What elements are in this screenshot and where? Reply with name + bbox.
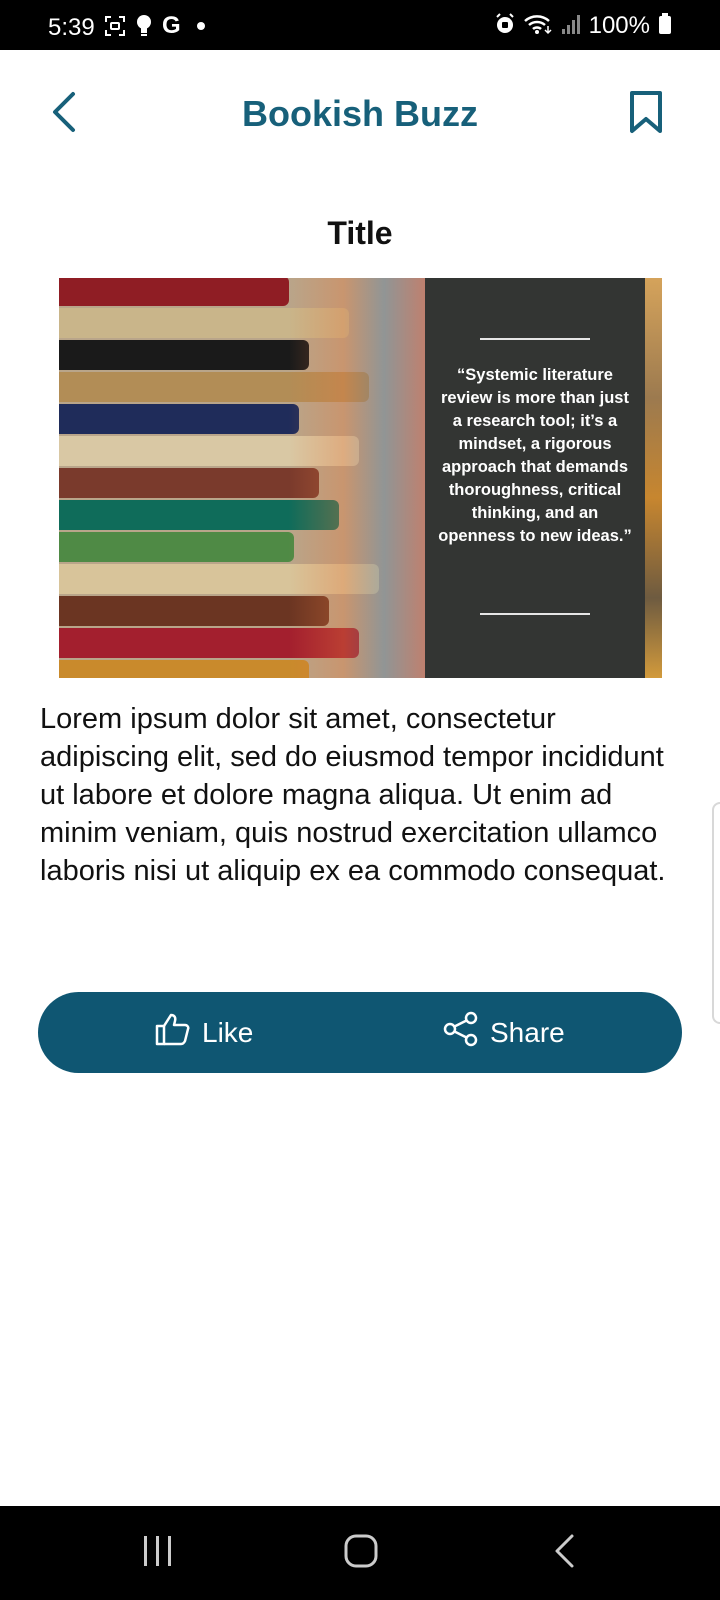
like-button[interactable]: Like: [154, 992, 253, 1073]
back-icon: [552, 1533, 576, 1574]
alarm-icon: [495, 12, 515, 40]
share-label: Share: [490, 1016, 565, 1048]
post-body: Lorem ipsum dolor sit amet, consectetur …: [40, 703, 666, 887]
share-button[interactable]: Share: [442, 992, 565, 1073]
action-bar: Like Share: [38, 992, 682, 1073]
books-photo: [59, 278, 425, 678]
nav-back-button[interactable]: [524, 1506, 604, 1600]
quote-divider: [480, 338, 590, 340]
recents-button[interactable]: [118, 1506, 198, 1600]
app-bar: Bookish Buzz: [0, 50, 720, 180]
battery-icon: [658, 12, 672, 40]
bookmark-icon: [628, 90, 664, 139]
dot-icon: [196, 22, 205, 30]
navigation-bar: [0, 1506, 720, 1600]
screenshot-icon: [104, 15, 126, 37]
quote-panel: “Systemic literature review is more than…: [425, 278, 645, 678]
app-title: Bookish Buzz: [241, 93, 478, 134]
edge-panel-handle[interactable]: [712, 802, 720, 1024]
quote-divider: [480, 613, 590, 615]
battery-percent: 100%: [588, 12, 650, 39]
image-quote: “Systemic literature review is more than…: [438, 366, 632, 545]
recents-icon: [141, 1535, 175, 1571]
status-bar: 5:39 G 100%: [0, 0, 720, 50]
status-time: 5:39: [48, 14, 95, 41]
bookmark-button[interactable]: [622, 90, 670, 138]
post-title: Title: [327, 215, 393, 251]
google-icon: G: [162, 12, 181, 39]
share-icon: [442, 1011, 480, 1054]
bulb-icon: [136, 15, 152, 37]
post-image: “Systemic literature review is more than…: [59, 278, 662, 678]
like-label: Like: [202, 1016, 254, 1048]
signal-icon: [561, 13, 581, 40]
thumbs-up-icon: [154, 1011, 192, 1054]
home-button[interactable]: [321, 1506, 401, 1600]
home-icon: [344, 1534, 378, 1573]
wifi-icon: [523, 13, 553, 40]
